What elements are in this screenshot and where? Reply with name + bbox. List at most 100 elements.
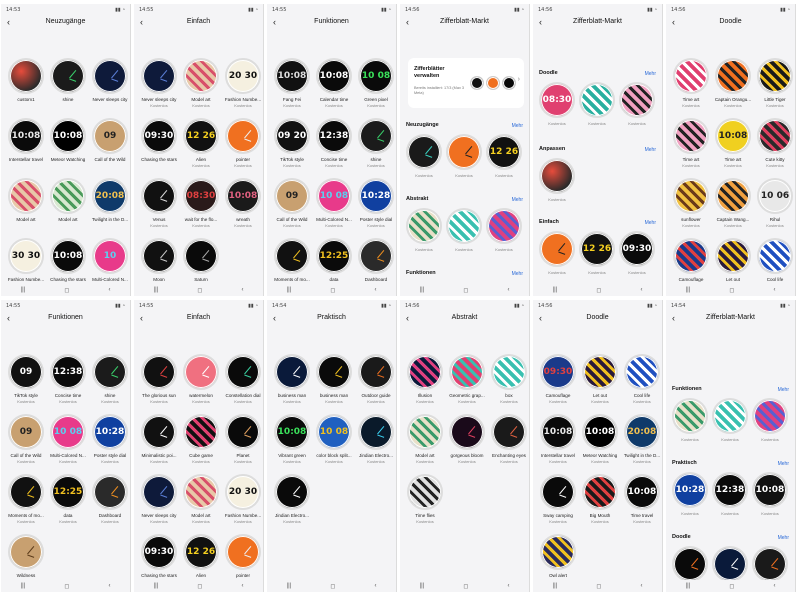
watch-face-thumbnail[interactable]: 10: [92, 238, 128, 274]
watch-face-thumbnail[interactable]: [715, 58, 751, 94]
installed-face-thumbnail[interactable]: [470, 76, 484, 90]
more-link[interactable]: Mehr: [512, 123, 523, 129]
watch-face-thumbnail[interactable]: 10 06: [757, 178, 793, 214]
home-nav-button[interactable]: ◻: [64, 583, 69, 590]
watch-face-thumbnail[interactable]: 10:08: [715, 118, 751, 154]
back-nav-button[interactable]: ‹: [374, 287, 376, 293]
watch-face-thumbnail[interactable]: [406, 208, 442, 244]
watch-face-thumbnail[interactable]: [274, 354, 310, 390]
watch-face-thumbnail[interactable]: 10 08: [316, 414, 352, 450]
watch-face-thumbnail[interactable]: 20 30: [225, 474, 261, 510]
watch-face-thumbnail[interactable]: [449, 414, 485, 450]
watch-face-thumbnail[interactable]: [183, 238, 219, 274]
watch-face-thumbnail[interactable]: 12:38: [316, 118, 352, 154]
watch-face-thumbnail[interactable]: [757, 238, 793, 274]
home-nav-button[interactable]: ◻: [463, 583, 468, 590]
watch-face-thumbnail[interactable]: [183, 354, 219, 390]
watch-face-thumbnail[interactable]: [539, 231, 575, 267]
more-link[interactable]: Mehr: [778, 387, 789, 393]
home-nav-button[interactable]: ◻: [330, 583, 335, 590]
recents-nav-button[interactable]: |||: [154, 583, 159, 589]
recents-nav-button[interactable]: |||: [686, 583, 691, 589]
watch-face-thumbnail[interactable]: 10:08: [50, 118, 86, 154]
recents-nav-button[interactable]: |||: [154, 287, 159, 293]
recents-nav-button[interactable]: |||: [287, 583, 292, 589]
watch-face-thumbnail[interactable]: [752, 546, 788, 582]
recents-nav-button[interactable]: |||: [420, 287, 425, 293]
watch-face-thumbnail[interactable]: [446, 208, 482, 244]
watch-face-thumbnail[interactable]: 09: [92, 118, 128, 154]
watch-face-thumbnail[interactable]: [715, 238, 751, 274]
watch-face-thumbnail[interactable]: 10 08: [358, 58, 394, 94]
installed-face-thumbnail[interactable]: [486, 76, 500, 90]
watch-face-thumbnail[interactable]: [50, 178, 86, 214]
watch-face-thumbnail[interactable]: 09:30: [141, 534, 177, 570]
watch-face-thumbnail[interactable]: [358, 238, 394, 274]
home-nav-button[interactable]: ◻: [64, 287, 69, 294]
more-link[interactable]: Mehr: [645, 147, 656, 153]
more-link[interactable]: Mehr: [512, 271, 523, 277]
back-nav-button[interactable]: ‹: [640, 583, 642, 589]
back-nav-button[interactable]: ‹: [773, 583, 775, 589]
watch-face-thumbnail[interactable]: 09 20: [274, 118, 310, 154]
watch-face-thumbnail[interactable]: [712, 546, 748, 582]
recents-nav-button[interactable]: |||: [553, 583, 558, 589]
watch-face-thumbnail[interactable]: [446, 134, 482, 170]
watch-face-thumbnail[interactable]: [183, 414, 219, 450]
watch-face-thumbnail[interactable]: 10:28: [358, 178, 394, 214]
watch-face-thumbnail[interactable]: 12:25: [50, 474, 86, 510]
more-link[interactable]: Mehr: [778, 535, 789, 541]
home-nav-button[interactable]: ◻: [729, 287, 734, 294]
watch-face-thumbnail[interactable]: [8, 534, 44, 570]
watch-face-thumbnail[interactable]: 12 26: [183, 118, 219, 154]
watch-face-thumbnail[interactable]: 20 30: [225, 58, 261, 94]
watch-face-thumbnail[interactable]: [407, 354, 443, 390]
home-nav-button[interactable]: ◻: [197, 583, 202, 590]
watch-face-thumbnail[interactable]: [225, 414, 261, 450]
watch-face-thumbnail[interactable]: 10:28: [672, 472, 708, 508]
watch-face-thumbnail[interactable]: [141, 238, 177, 274]
watch-face-thumbnail[interactable]: 12:38: [712, 472, 748, 508]
watch-face-thumbnail[interactable]: [141, 58, 177, 94]
watch-face-thumbnail[interactable]: 20:08: [92, 178, 128, 214]
watch-face-thumbnail[interactable]: 09:30: [540, 354, 576, 390]
recents-nav-button[interactable]: |||: [420, 583, 425, 589]
home-nav-button[interactable]: ◻: [729, 583, 734, 590]
watch-face-thumbnail[interactable]: 12 26: [183, 534, 219, 570]
watch-face-thumbnail[interactable]: [715, 178, 751, 214]
home-nav-button[interactable]: ◻: [197, 287, 202, 294]
watch-face-thumbnail[interactable]: [316, 354, 352, 390]
back-nav-button[interactable]: ‹: [374, 583, 376, 589]
watch-face-thumbnail[interactable]: [712, 398, 748, 434]
watch-face-thumbnail[interactable]: 20:08: [624, 414, 660, 450]
home-nav-button[interactable]: ◻: [463, 287, 468, 294]
watch-face-thumbnail[interactable]: [92, 58, 128, 94]
watch-face-thumbnail[interactable]: [358, 354, 394, 390]
recents-nav-button[interactable]: |||: [21, 583, 26, 589]
watch-face-thumbnail[interactable]: 12:25: [316, 238, 352, 274]
watch-face-thumbnail[interactable]: 10 08: [50, 414, 86, 450]
installed-face-thumbnail[interactable]: [502, 76, 516, 90]
back-nav-button[interactable]: ‹: [640, 287, 642, 293]
watch-face-thumbnail[interactable]: [672, 546, 708, 582]
watch-face-thumbnail[interactable]: 10:08: [316, 58, 352, 94]
watch-face-thumbnail[interactable]: 10:08: [225, 178, 261, 214]
watch-face-thumbnail[interactable]: [757, 118, 793, 154]
watch-face-thumbnail[interactable]: [624, 354, 660, 390]
watch-face-thumbnail[interactable]: [757, 58, 793, 94]
watch-face-thumbnail[interactable]: [92, 474, 128, 510]
watch-face-thumbnail[interactable]: 09: [8, 414, 44, 450]
back-nav-button[interactable]: ‹: [241, 583, 243, 589]
watch-face-thumbnail[interactable]: [274, 474, 310, 510]
watch-face-thumbnail[interactable]: [225, 118, 261, 154]
watch-face-thumbnail[interactable]: [540, 534, 576, 570]
watch-face-thumbnail[interactable]: [673, 238, 709, 274]
watch-face-thumbnail[interactable]: [752, 398, 788, 434]
watch-face-thumbnail[interactable]: 30 30: [8, 238, 44, 274]
recents-nav-button[interactable]: |||: [21, 287, 26, 293]
watch-face-thumbnail[interactable]: 10:08: [582, 414, 618, 450]
watch-face-thumbnail[interactable]: 10:08: [274, 58, 310, 94]
watch-face-thumbnail[interactable]: [141, 414, 177, 450]
recents-nav-button[interactable]: |||: [287, 287, 292, 293]
watch-face-thumbnail[interactable]: [486, 208, 522, 244]
